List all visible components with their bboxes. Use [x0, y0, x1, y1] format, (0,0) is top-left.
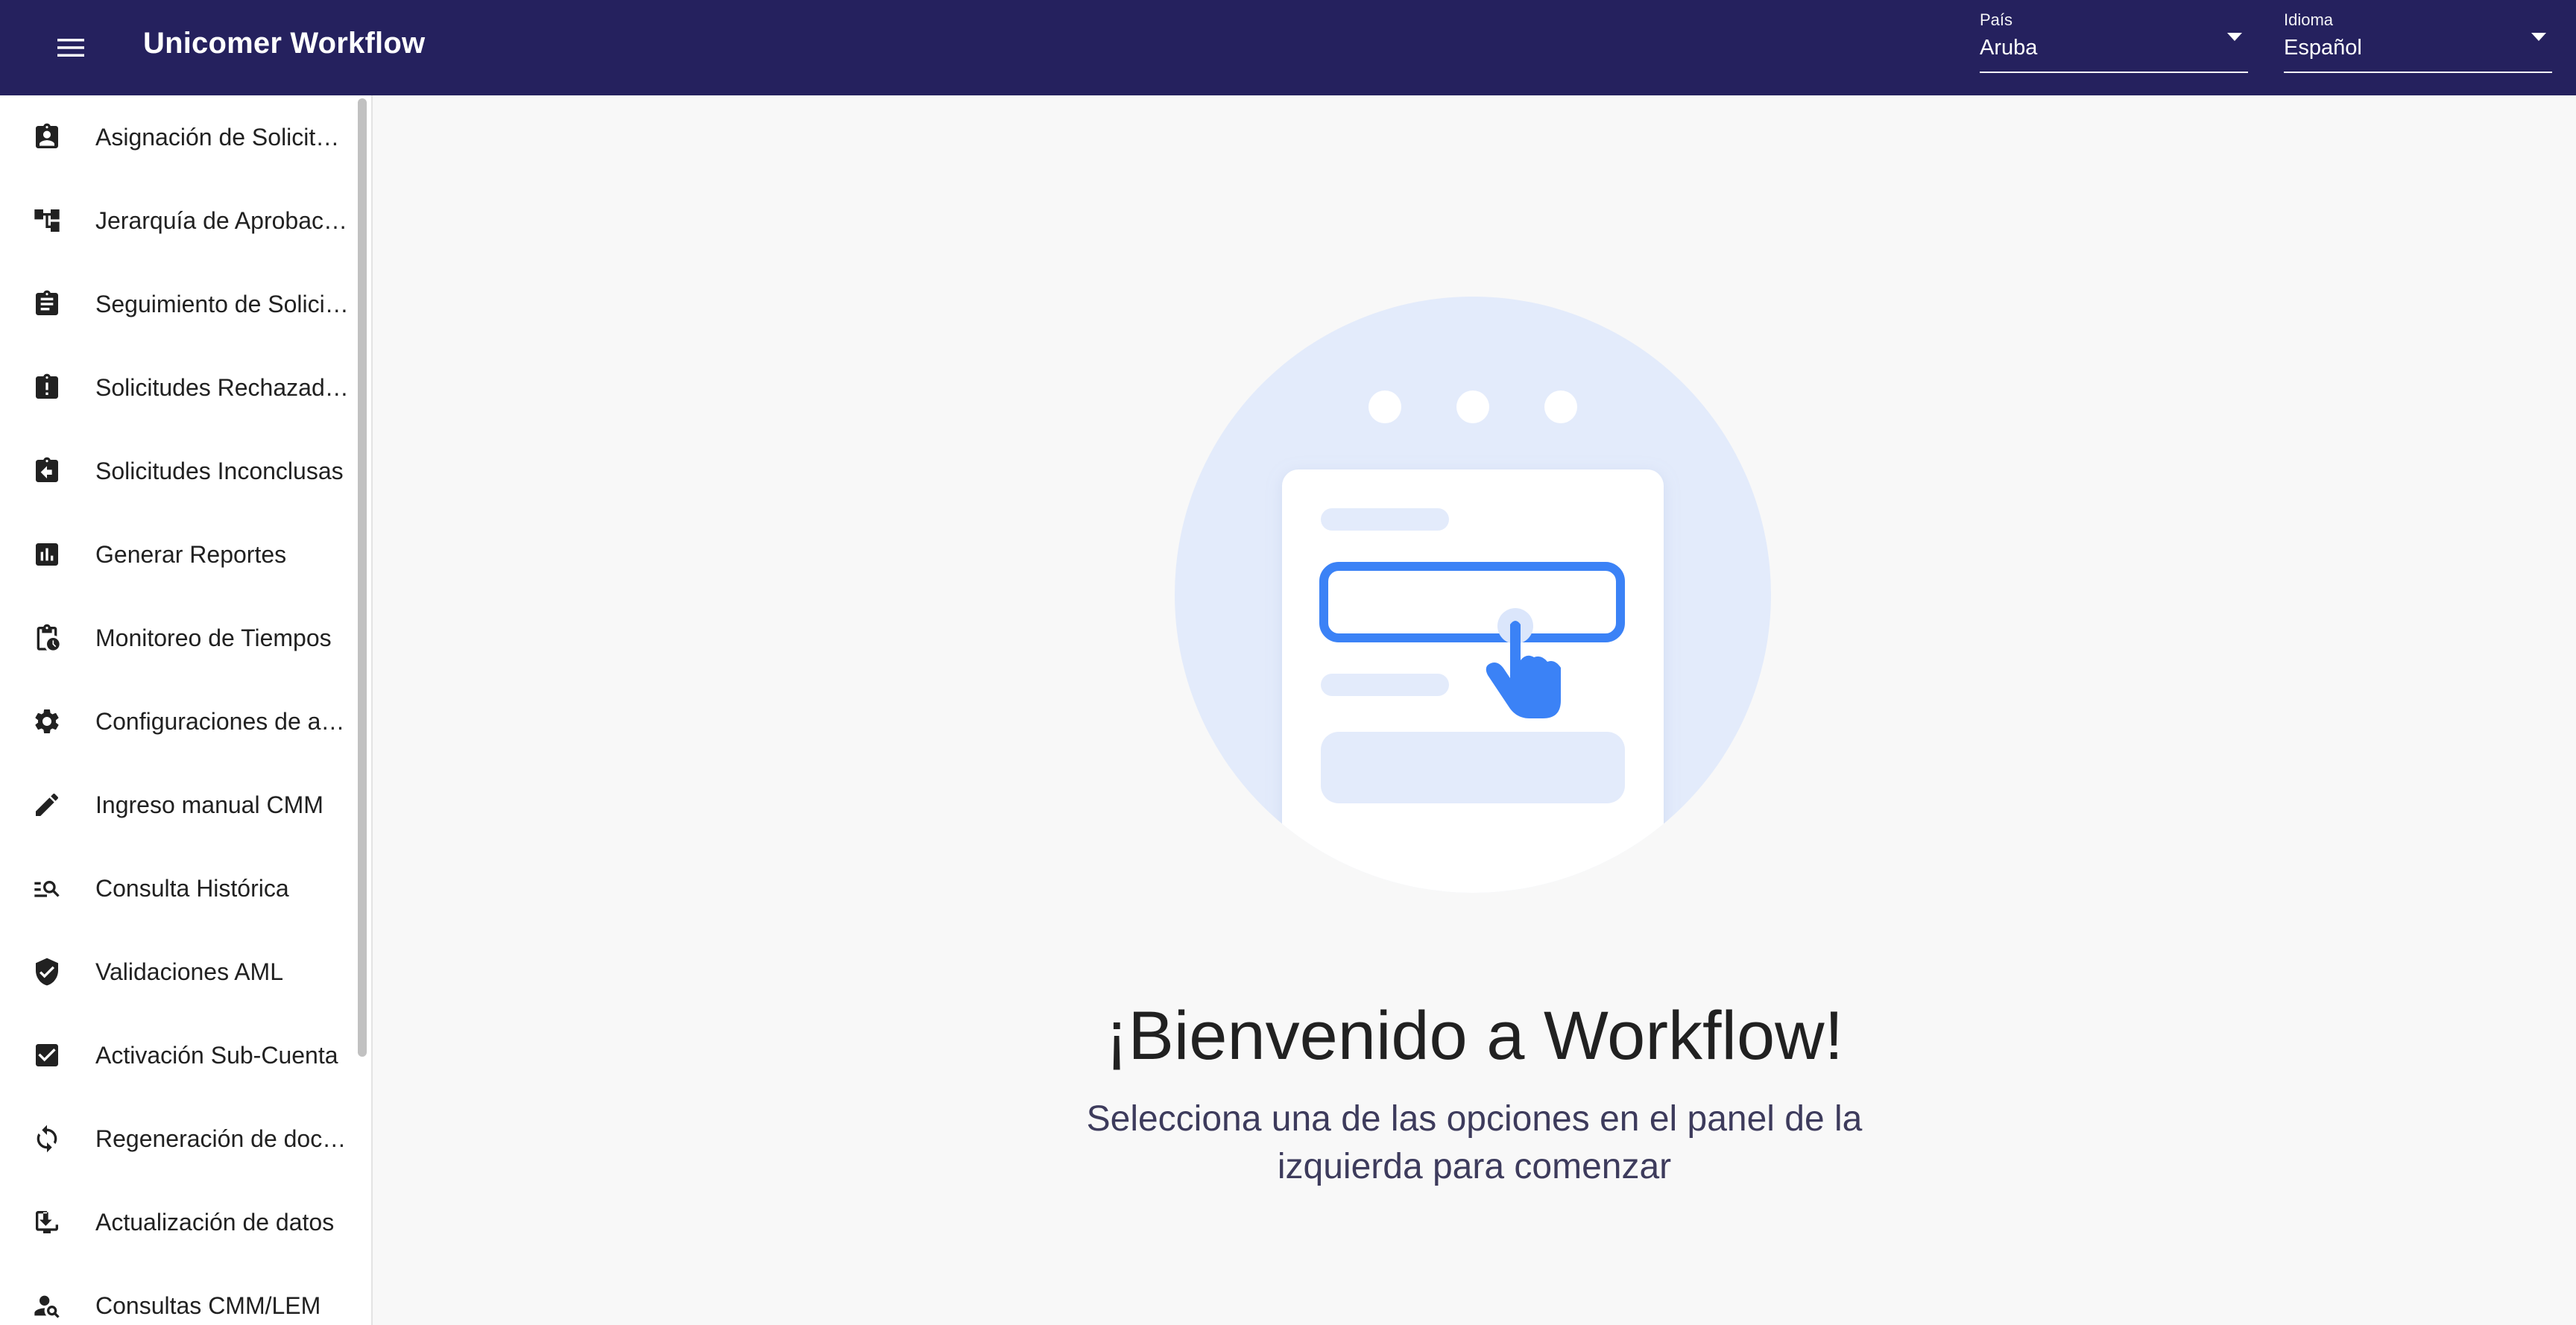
- sidebar-item-consulta-historica[interactable]: Consulta Histórica: [0, 847, 358, 930]
- manage-search-icon: [28, 870, 66, 907]
- main-content: ¡Bienvenido a Workflow! Selecciona una d…: [373, 95, 2576, 1325]
- sidebar-item-actualizacion-datos[interactable]: Actualización de datos: [0, 1180, 358, 1264]
- dropdown-arrow-icon: [2531, 33, 2546, 41]
- sidebar-item-generar-reportes[interactable]: Generar Reportes: [0, 513, 358, 596]
- form-click-illustration: [1175, 297, 1771, 893]
- assignment-return-icon: [28, 452, 66, 490]
- language-select-label: Idioma: [2284, 10, 2334, 29]
- sidebar-item-label: Consulta Histórica: [95, 874, 289, 902]
- sidebar-item-validaciones-aml[interactable]: Validaciones AML: [0, 930, 358, 1013]
- assignment-late-icon: [28, 369, 66, 406]
- app-bar: Unicomer Workflow País Aruba Idioma Espa…: [0, 0, 2576, 95]
- sidebar-item-activacion-sub-cuenta[interactable]: Activación Sub-Cuenta: [0, 1013, 358, 1097]
- sidebar-item-label: Consultas CMM/LEM: [95, 1291, 321, 1319]
- person-search-icon: [28, 1287, 66, 1324]
- welcome-title: ¡Bienvenido a Workflow!: [1105, 998, 1844, 1074]
- sidebar-item-label: Asignación de Solicitudes: [95, 123, 349, 151]
- assignment-ind-icon: [28, 118, 66, 156]
- language-select[interactable]: Idioma Español: [2284, 6, 2552, 73]
- sidebar-scrollbar[interactable]: [358, 98, 367, 1057]
- menu-button[interactable]: [49, 30, 92, 66]
- sidebar-item-label: Configuraciones de asignación: [95, 707, 349, 735]
- sidebar-item-label: Monitoreo de Tiempos: [95, 624, 332, 651]
- sidebar-item-label: Jerarquía de Aprobación: [95, 206, 349, 234]
- sidebar-item-label: Solicitudes Inconclusas: [95, 457, 344, 484]
- sidebar-item-solicitudes-rechazadas[interactable]: Solicitudes Rechazadas: [0, 346, 358, 429]
- sidebar-item-seguimiento-solicitudes[interactable]: Seguimiento de Solicitudes: [0, 262, 358, 346]
- sidebar-item-jerarquia-aprobacion[interactable]: Jerarquía de Aprobación: [0, 179, 358, 262]
- sidebar-item-label: Validaciones AML: [95, 958, 283, 985]
- assessment-icon: [28, 536, 66, 573]
- sidebar: Asignación de Solicitudes Jerarquía de A…: [0, 95, 373, 1325]
- sidebar-item-label: Solicitudes Rechazadas: [95, 373, 349, 401]
- sidebar-item-label: Generar Reportes: [95, 540, 287, 568]
- sidebar-item-solicitudes-inconclusas[interactable]: Solicitudes Inconclusas: [0, 429, 358, 513]
- sidebar-item-label: Activación Sub-Cuenta: [95, 1041, 338, 1069]
- sidebar-item-label: Regeneración de documentos: [95, 1125, 349, 1152]
- verified-user-icon: [28, 953, 66, 990]
- sidebar-item-asignacion-solicitudes[interactable]: Asignación de Solicitudes: [0, 95, 358, 179]
- account-tree-icon: [28, 202, 66, 239]
- sidebar-item-label: Ingreso manual CMM: [95, 791, 323, 818]
- sidebar-item-label: Seguimiento de Solicitudes: [95, 290, 349, 317]
- assignment-icon: [28, 285, 66, 323]
- app-title: Unicomer Workflow: [143, 27, 426, 60]
- sidebar-item-label: Actualización de datos: [95, 1208, 335, 1236]
- welcome-subtitle: Selecciona una de las opciones en el pan…: [1086, 1099, 1863, 1186]
- check-box-icon: [28, 1037, 66, 1074]
- language-select-value: Español: [2284, 36, 2362, 60]
- hamburger-menu-icon: [57, 39, 84, 57]
- sidebar-item-regeneracion-documentos[interactable]: Regeneración de documentos: [0, 1097, 358, 1180]
- country-select-value: Aruba: [1980, 36, 2038, 60]
- sidebar-item-monitoreo-tiempos[interactable]: Monitoreo de Tiempos: [0, 596, 358, 680]
- settings-icon: [28, 703, 66, 740]
- sync-icon: [28, 1120, 66, 1157]
- edit-icon: [28, 786, 66, 823]
- pending-actions-icon: [28, 619, 66, 657]
- sidebar-item-configuraciones-asignacion[interactable]: Configuraciones de asignación: [0, 680, 358, 763]
- sidebar-item-ingreso-manual-cmm[interactable]: Ingreso manual CMM: [0, 763, 358, 847]
- install-desktop-icon: [28, 1204, 66, 1241]
- sidebar-item-consultas-cmm-lem[interactable]: Consultas CMM/LEM: [0, 1264, 358, 1325]
- country-select-label: País: [1980, 10, 2013, 29]
- country-select[interactable]: País Aruba: [1980, 6, 2248, 73]
- dropdown-arrow-icon: [2227, 33, 2242, 41]
